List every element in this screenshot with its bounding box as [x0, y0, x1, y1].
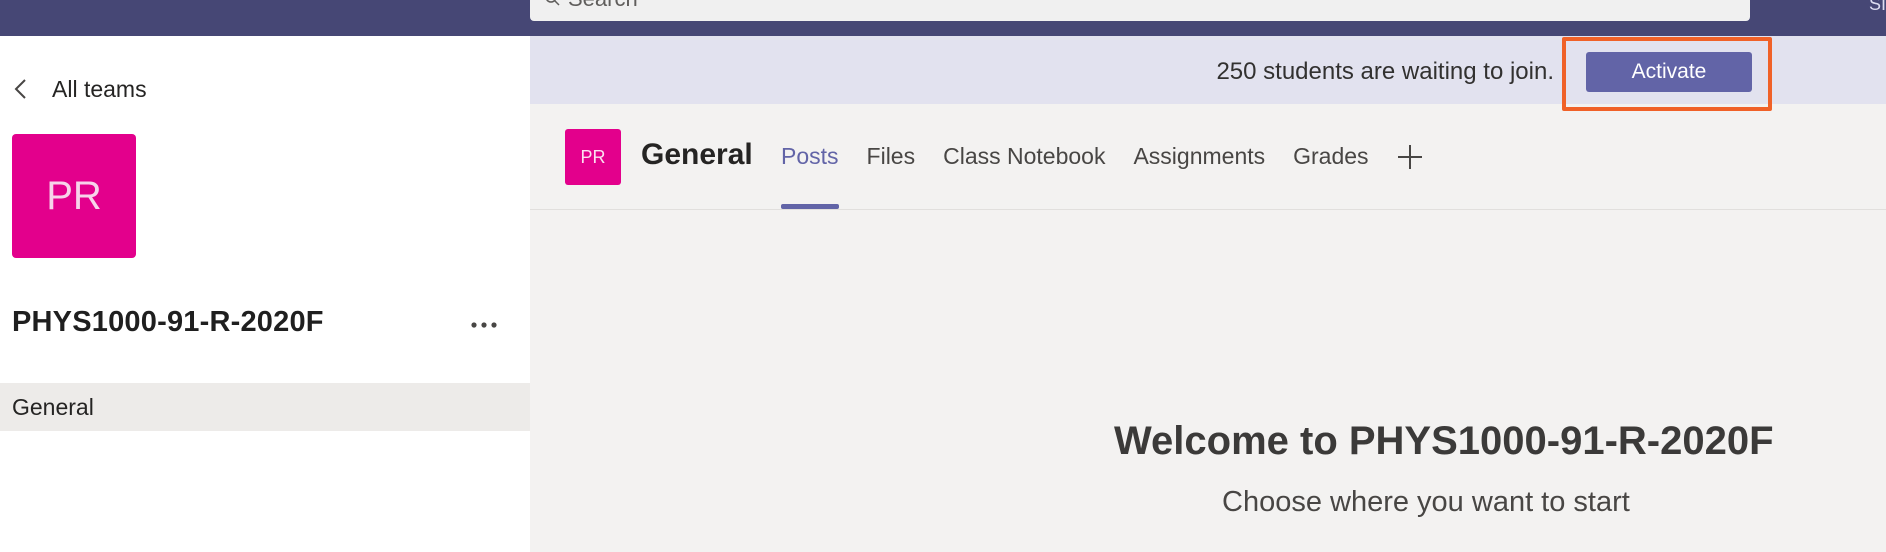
channel-header: PR General Posts Files Class Notebook As…	[530, 104, 1886, 210]
channel-team-avatar: PR	[565, 129, 621, 185]
channel-tabs: Posts Files Class Notebook Assignments G…	[781, 104, 1423, 209]
welcome-subtitle: Choose where you want to start	[1222, 486, 1630, 518]
activate-button[interactable]: Activate	[1586, 52, 1752, 92]
search-input[interactable]	[568, 0, 1468, 9]
channel-label: General	[12, 393, 94, 420]
user-initials[interactable]: SI	[1869, 0, 1886, 15]
channel-avatar-initials: PR	[580, 146, 606, 167]
all-teams-back-link[interactable]: All teams	[12, 72, 147, 106]
waiting-students-message: 250 students are waiting to join.	[1216, 58, 1554, 85]
tab-posts[interactable]: Posts	[781, 104, 839, 209]
plus-icon	[1397, 144, 1422, 169]
tab-assignments[interactable]: Assignments	[1133, 104, 1265, 209]
search-icon	[546, 0, 560, 6]
team-avatar-initials: PR	[46, 173, 102, 218]
app-top-bar: SI	[0, 0, 1886, 36]
add-tab-button[interactable]	[1397, 104, 1423, 209]
tab-files[interactable]: Files	[867, 104, 916, 209]
channel-title: General	[641, 138, 753, 171]
tab-class-notebook[interactable]: Class Notebook	[943, 104, 1105, 209]
team-name: PHYS1000-91-R-2020F	[12, 306, 324, 338]
team-avatar: PR	[12, 134, 136, 258]
back-label: All teams	[52, 75, 147, 102]
tab-grades[interactable]: Grades	[1293, 104, 1368, 209]
chevron-left-icon	[14, 79, 26, 99]
channel-item-general[interactable]: General	[0, 383, 530, 431]
team-panel: All teams PR PHYS1000-91-R-2020F General	[0, 36, 530, 552]
more-options-icon[interactable]	[466, 314, 502, 336]
welcome-title: Welcome to PHYS1000-91-R-2020F	[1114, 419, 1774, 463]
search-box[interactable]	[530, 0, 1750, 21]
